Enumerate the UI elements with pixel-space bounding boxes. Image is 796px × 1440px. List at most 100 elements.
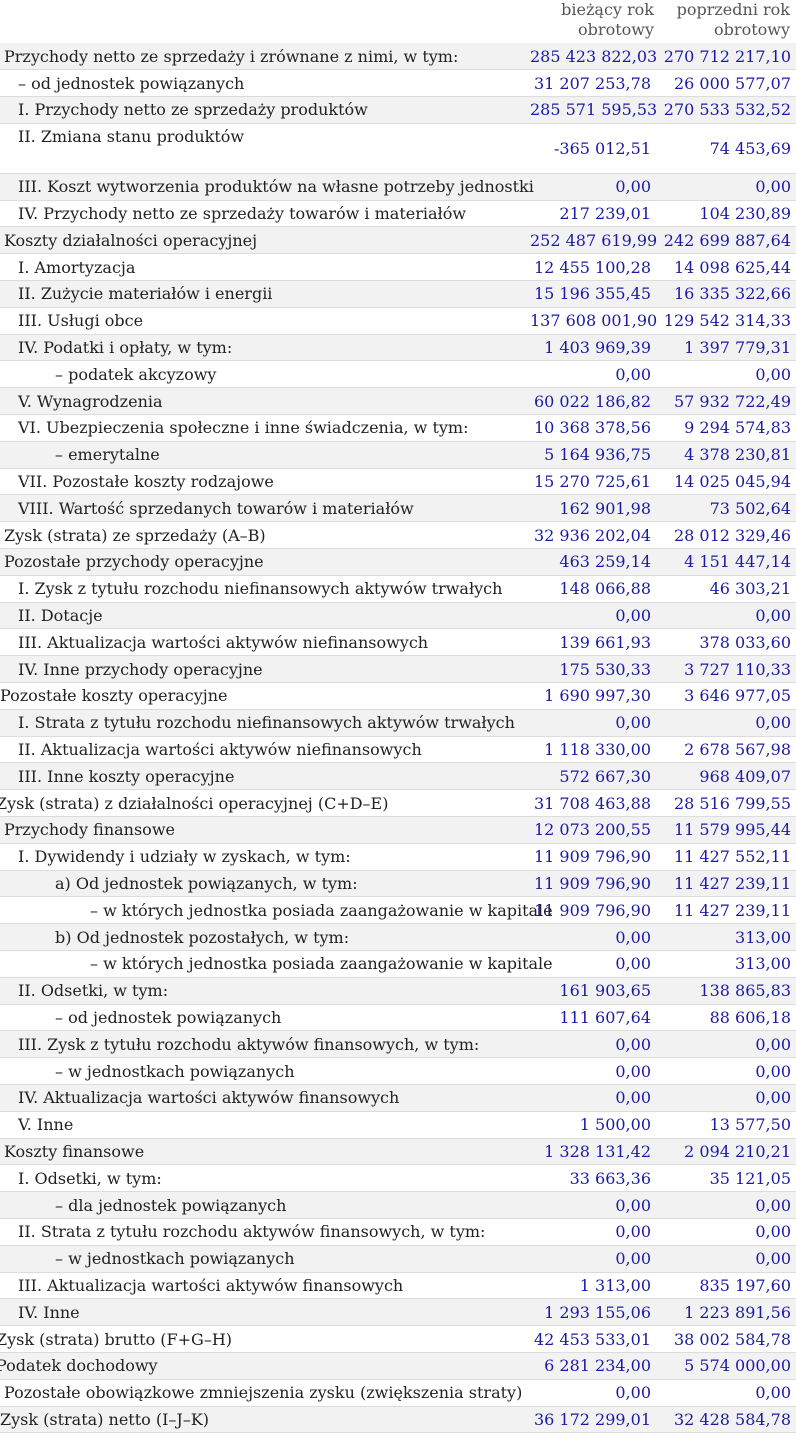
table-row: VIII. Wartość sprzedanych towarów i mate… [0, 494, 796, 523]
previous-year-value: 4 378 230,81 [657, 441, 796, 469]
current-year-value: 217 239,01 [530, 200, 657, 228]
previous-year-value: 4 151 447,14 [657, 548, 796, 576]
current-year-value: 175 530,33 [530, 655, 657, 684]
table-row: – od jednostek powiązanych 111 607,64 88 6… [0, 1004, 796, 1032]
previous-year-value: 26 000 577,07 [657, 69, 796, 98]
row-label: – emerytalne [55, 445, 160, 465]
previous-year-value: 1 223 891,56 [657, 1298, 796, 1327]
current-year-value: 11 909 796,90 [530, 843, 657, 871]
current-year-value: -365 012,51 [530, 123, 657, 174]
previous-year-value: 73 502,64 [657, 494, 796, 523]
row-label-cell: Zysk (strata) z działalności operacyjnej… [0, 789, 530, 818]
previous-year-value: 38 002 584,78 [657, 1325, 796, 1353]
current-year-value: 1 313,00 [530, 1272, 657, 1300]
header-previous-line1: poprzedni rok [676, 0, 790, 19]
row-label: a) Od jednostek powiązanych, w tym: [55, 874, 358, 893]
table-row: VII. Pozostałe koszty rodzajowe 15 270 72… [0, 468, 796, 496]
current-year-value: 36 172 299,01 [530, 1406, 657, 1434]
previous-year-value: 57 932 722,49 [657, 387, 796, 416]
row-label-cell: – w których jednostka posiada zaangażowa… [0, 950, 553, 978]
current-year-value: 162 901,98 [530, 494, 657, 523]
row-label-cell: IV. Podatki i opłaty, w tym: [0, 334, 530, 362]
current-year-value: 0,00 [530, 709, 657, 737]
current-year-value: 1 403 969,39 [530, 334, 657, 362]
previous-year-value: 11 427 239,11 [657, 896, 796, 925]
current-year-value: 33 663,36 [530, 1164, 657, 1193]
row-label-cell: – w jednostkach powiązanych [0, 1057, 530, 1085]
current-year-value: 0,00 [530, 360, 657, 389]
table-row: I. Zysk z tytułu rozchodu niefinansowych… [0, 575, 796, 603]
previous-year-value: 35 121,05 [657, 1164, 796, 1193]
previous-year-value: 138 865,83 [657, 977, 796, 1005]
row-label-cell: II. Aktualizacja wartości aktywów niefin… [0, 736, 530, 764]
row-label: VII. Pozostałe koszty rodzajowe [18, 472, 274, 492]
previous-year-value: 5 574 000,00 [657, 1352, 796, 1380]
current-year-value: 1 500,00 [530, 1111, 657, 1139]
previous-year-value: 32 428 584,78 [657, 1406, 796, 1434]
current-year-value: 1 293 155,06 [530, 1298, 657, 1327]
previous-year-value: 129 542 314,33 [657, 307, 796, 335]
table-row: I. Strata z tytułu rozchodu niefinansowy… [0, 709, 796, 737]
table-row: I. Amortyzacja 12 455 100,28 14 098 625,44 [0, 253, 796, 282]
previous-year-value: 313,00 [657, 923, 796, 951]
current-year-value: 0,00 [530, 923, 657, 951]
row-label: Zysk (strata) z działalności operacyjnej… [0, 793, 389, 813]
row-label-cell: II. Zmiana stanu produktów [0, 123, 530, 174]
row-label: IV. Inne przychody operacyjne [18, 659, 263, 679]
previous-year-value: 14 025 045,94 [657, 468, 796, 496]
previous-year-value: 270 533 532,52 [657, 96, 796, 124]
table-row: Pozostałe koszty operacyjne 1 690 997,30 3… [0, 682, 796, 710]
row-label-cell: IV. Inne [0, 1298, 530, 1327]
row-label-cell: III. Aktualizacja wartości aktywów niefi… [0, 628, 530, 657]
row-label: Podatek dochodowy [0, 1356, 158, 1376]
current-year-value: 0,00 [530, 1379, 657, 1407]
row-label: I. Strata z tytułu rozchodu niefinansowy… [18, 713, 515, 733]
previous-year-value: 88 606,18 [657, 1004, 796, 1032]
current-year-value: 15 270 725,61 [530, 468, 657, 496]
previous-year-value: 3 646 977,05 [657, 682, 796, 710]
table-row: – w których jednostka posiada zaangażowa… [0, 896, 796, 925]
row-label-cell: II. Odsetki, w tym: [0, 977, 530, 1005]
current-year-value: 31 708 463,88 [530, 789, 657, 818]
row-label-cell: – w jednostkach powiązanych [0, 1245, 530, 1273]
row-label: b) Od jednostek pozostałych, w tym: [55, 927, 350, 947]
previous-year-value: 0,00 [657, 173, 796, 201]
row-label: – od jednostek powiązanych [18, 73, 245, 93]
previous-year-value: 11 579 995,44 [657, 816, 796, 844]
row-label: II. Zmiana stanu produktów [18, 126, 245, 146]
previous-year-value: 0,00 [657, 709, 796, 737]
table-row: – w jednostkach powiązanych 0,00 0,00 [0, 1245, 796, 1273]
row-label: Koszty finansowe [4, 1141, 145, 1161]
previous-year-value: 28 012 329,46 [657, 521, 796, 550]
income-statement-table: Przychody netto ze sprzedaży i zrównane … [0, 43, 796, 1434]
row-label: – od jednostek powiązanych [55, 1007, 282, 1027]
row-label-cell: III. Zysk z tytułu rozchodu aktywów fina… [0, 1030, 530, 1059]
previous-year-value: 3 727 110,33 [657, 655, 796, 684]
table-row: Przychody netto ze sprzedaży i zrównane … [0, 43, 796, 71]
row-label: II. Zużycie materiałów i energii [18, 284, 273, 304]
table-row: III. Aktualizacja wartości aktywów finan… [0, 1272, 796, 1300]
row-label: – w których jednostka posiada zaangażowa… [90, 900, 553, 920]
row-label-cell: a) Od jednostek powiązanych, w tym: [0, 870, 530, 898]
table-row: b) Od jednostek pozostałych, w tym: 0,00 3… [0, 923, 796, 951]
previous-year-value: 0,00 [657, 1030, 796, 1059]
header-current-line2: obrotowy [578, 20, 654, 39]
row-label: – w jednostkach powiązanych [55, 1061, 295, 1081]
table-row: Zysk (strata) netto (I–J–K) 36 172 299,01… [0, 1406, 796, 1434]
row-label-cell: I. Przychody netto ze sprzedaży produktó… [0, 96, 530, 124]
previous-year-value: 11 427 239,11 [657, 870, 796, 898]
current-year-value: 1 690 997,30 [530, 682, 657, 710]
table-row: V. Inne 1 500,00 13 577,50 [0, 1111, 796, 1139]
column-header-current-year: bieżący rok obrotowy [535, 0, 654, 40]
table-row: IV. Inne przychody operacyjne 175 530,33 3… [0, 655, 796, 684]
previous-year-value: 378 033,60 [657, 628, 796, 657]
current-year-value: 0,00 [530, 1218, 657, 1246]
row-label-cell: Zysk (strata) ze sprzedaży (A–B) [0, 521, 530, 550]
table-row: III. Aktualizacja wartości aktywów niefi… [0, 628, 796, 657]
table-row: Przychody finansowe 12 073 200,55 11 579 9… [0, 816, 796, 844]
row-label: IV. Aktualizacja wartości aktywów finans… [18, 1088, 400, 1108]
header-previous-line2: obrotowy [714, 20, 790, 39]
table-row: – w których jednostka posiada zaangażowa… [0, 950, 796, 978]
current-year-value: 139 661,93 [530, 628, 657, 657]
table-row: Koszty finansowe 1 328 131,42 2 094 210,21 [0, 1138, 796, 1166]
